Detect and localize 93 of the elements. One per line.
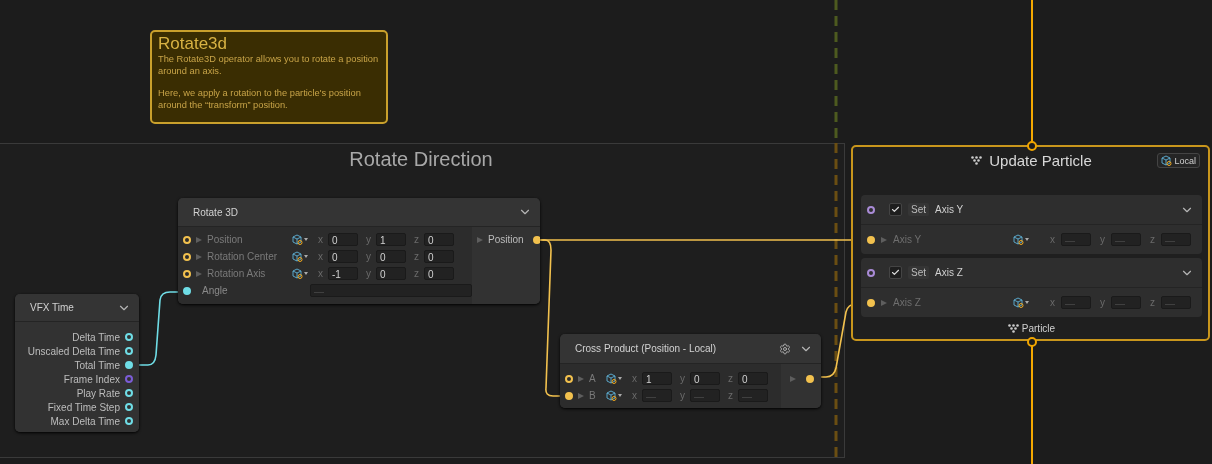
value-field[interactable]: 0	[738, 372, 768, 385]
note-text: The Rotate3D operator allows you to rotate a position around an axis.	[158, 54, 380, 77]
check-icon	[891, 205, 900, 215]
axis-label: x	[631, 390, 637, 401]
axis-label: y	[1099, 234, 1105, 246]
port-label: Fixed Time Step	[47, 401, 120, 413]
port-label: Position	[207, 234, 244, 245]
axis-label: x	[631, 373, 637, 384]
check-icon	[891, 268, 900, 278]
value-field[interactable]: 0	[690, 372, 720, 385]
axis-label: y	[365, 251, 371, 262]
port-label: Position	[488, 234, 525, 245]
port-label: A	[589, 373, 597, 384]
block[interactable]: Set Axis Z Axis Z x — y — z —	[861, 258, 1202, 318]
port-dot[interactable]	[565, 374, 573, 383]
cube-dropdown-icon[interactable]	[292, 234, 310, 245]
checkbox[interactable]	[889, 266, 902, 280]
value-field[interactable]: -1	[328, 267, 358, 280]
value-field[interactable]: 1	[376, 233, 406, 246]
block-verb: Set	[908, 266, 929, 280]
cube-dropdown-icon[interactable]	[292, 268, 310, 279]
port-label: Delta Time	[72, 331, 120, 343]
port-label: Total Time	[74, 359, 120, 371]
port-dot[interactable]	[183, 252, 191, 261]
value-field[interactable]: 0	[424, 250, 454, 263]
axis-label: z	[727, 373, 733, 384]
group-title: Rotate Direction	[349, 148, 493, 172]
node-title: Cross Product (Position - Local)	[575, 343, 718, 354]
port-dot[interactable]	[867, 268, 875, 277]
block[interactable]: Set Axis Y Axis Y x — y — z —	[861, 195, 1202, 255]
axis-label: z	[727, 390, 733, 401]
axis-label: x	[1049, 297, 1055, 309]
axis-label: y	[1099, 297, 1105, 309]
cube-dropdown-icon[interactable]	[1013, 297, 1031, 309]
checkbox[interactable]	[889, 203, 902, 217]
port-label: Angle	[202, 285, 229, 296]
axis-label: z	[1149, 297, 1155, 309]
port-dot[interactable]	[867, 205, 875, 214]
value-field[interactable]: 0	[376, 267, 406, 280]
port-label: B	[589, 390, 597, 401]
node-title: VFX Time	[30, 302, 75, 313]
note-text: Here, we apply a rotation to the particle's position around the “transform” position.	[158, 88, 362, 111]
port-dot[interactable]	[183, 235, 191, 244]
block-title: Axis Y	[935, 204, 965, 216]
context-title: Update Particle	[989, 152, 1092, 170]
particles-icon	[1007, 323, 1019, 333]
flow-port[interactable]	[1027, 337, 1037, 347]
port-label: Play Rate	[76, 387, 120, 399]
block-title: Axis Z	[935, 267, 964, 279]
port-dot[interactable]	[125, 375, 133, 383]
axis-label: y	[679, 373, 685, 384]
axis-label: x	[317, 251, 323, 262]
axis-label: y	[365, 268, 371, 279]
axis-label: y	[679, 390, 685, 401]
axis-label: y	[365, 234, 371, 245]
port-label: Frame Index	[63, 373, 120, 385]
port-label: Axis Y	[893, 234, 923, 246]
axis-label: x	[317, 234, 323, 245]
axis-label: x	[317, 268, 323, 279]
block-verb: Set	[908, 203, 929, 217]
context-footer: Particle	[1021, 322, 1056, 334]
port-dot[interactable]	[867, 235, 875, 244]
space-badge[interactable]: Local	[1157, 153, 1200, 168]
value-field[interactable]: 0	[376, 250, 406, 263]
cube-dropdown-icon[interactable]	[292, 251, 310, 262]
value-field[interactable]: 0	[328, 250, 358, 263]
axis-label: z	[413, 251, 419, 262]
port-dot[interactable]	[806, 374, 814, 383]
axis-label: z	[413, 234, 419, 245]
value-field[interactable]: 0	[328, 233, 358, 246]
value-field[interactable]: 0	[424, 233, 454, 246]
value-field[interactable]: 1	[642, 372, 672, 385]
flow-port[interactable]	[1027, 141, 1037, 151]
cube-dropdown-icon[interactable]	[606, 373, 624, 384]
node-title: Rotate 3D	[193, 206, 240, 218]
port-label: Max Delta Time	[50, 415, 120, 427]
port-label: Unscaled Delta Time	[27, 345, 120, 357]
settings-icon[interactable]	[779, 342, 791, 355]
value-field[interactable]: 0	[424, 267, 454, 280]
port-dot[interactable]	[867, 298, 875, 307]
note-title: Rotate3d	[158, 34, 228, 54]
axis-label: z	[413, 268, 419, 279]
axis-label: z	[1149, 234, 1155, 246]
port-label: Axis Z	[893, 297, 922, 309]
axis-label: x	[1049, 234, 1055, 246]
particles-icon	[971, 156, 983, 166]
port-label: Rotation Axis	[207, 268, 267, 279]
cube-dropdown-icon[interactable]	[1013, 234, 1031, 246]
cube-dropdown-icon[interactable]	[606, 390, 624, 401]
port-dot[interactable]	[183, 269, 191, 278]
port-dot[interactable]	[533, 235, 540, 244]
port-dot[interactable]	[565, 391, 573, 400]
port-label: Rotation Center	[207, 251, 279, 262]
